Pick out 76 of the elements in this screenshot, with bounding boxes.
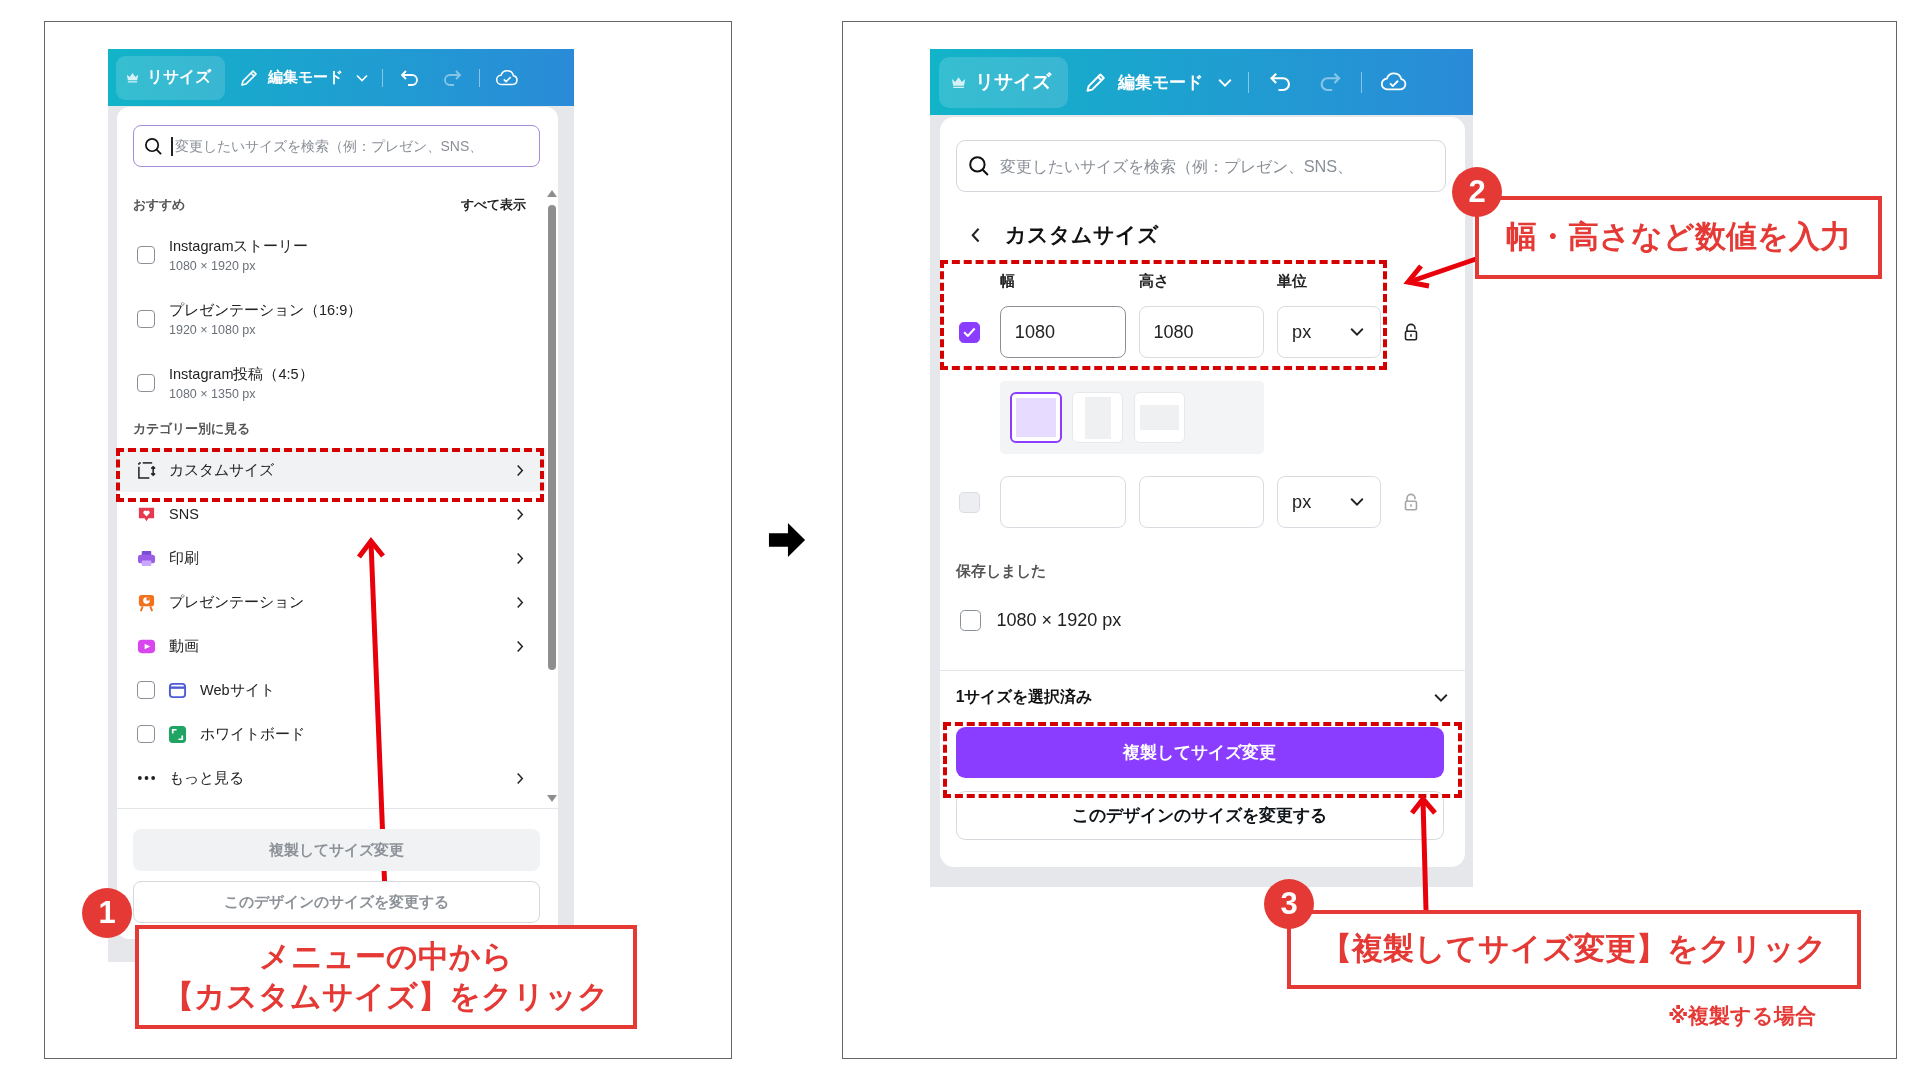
size-dimensions: 1080 × 1920 px (169, 259, 257, 273)
section-heading: おすすめ (133, 196, 185, 214)
size-option-title[interactable]: Instagramストーリー (169, 237, 309, 256)
checkbox[interactable] (137, 725, 155, 743)
width-field[interactable] (999, 476, 1126, 528)
unit-dropdown[interactable]: px (1277, 306, 1381, 358)
checkbox[interactable] (960, 610, 982, 632)
copy-resize-button[interactable]: 複製してサイズ変更 (955, 726, 1444, 778)
size-option-title[interactable]: プレゼンテーション（16:9） (169, 301, 363, 320)
column-label: 単位 (1277, 270, 1309, 291)
checkbox[interactable] (137, 374, 155, 392)
size-option-title[interactable]: Instagram投稿（4:5） (169, 365, 314, 384)
more-dots-icon (137, 775, 156, 781)
presentation-board-icon (137, 592, 156, 612)
search-input[interactable]: 変更したいサイズを検索（例：プレゼン、SNS、 (174, 138, 529, 154)
chevron-down-icon (1349, 497, 1364, 507)
pencil-icon (1084, 70, 1108, 94)
square-orientation-option[interactable] (1010, 392, 1062, 444)
chevron-right-icon (516, 595, 524, 609)
callout-text: 【カスタムサイズ】をクリック (163, 978, 609, 1016)
show-all-link[interactable]: すべて表示 (461, 196, 526, 214)
resize-design-button[interactable]: このデザインのサイズを変更する (955, 790, 1444, 840)
checkbox[interactable] (137, 681, 155, 699)
checkmark-icon (963, 326, 976, 338)
callout-text: 幅・高さなど数値を入力 (1506, 218, 1851, 257)
checkbox[interactable] (137, 246, 155, 264)
resize-frame-icon (137, 460, 156, 480)
selection-summary: 1サイズを選択済み (955, 687, 1093, 708)
search-icon (968, 155, 991, 178)
chevron-down-icon (356, 73, 368, 82)
category-item[interactable]: Webサイト (117, 668, 546, 712)
size-dimensions: 1920 × 1080 px (169, 323, 257, 337)
category-item[interactable]: プレゼンテーション (117, 580, 546, 624)
crown-icon (126, 72, 139, 83)
search-input[interactable]: 変更したいサイズを検索（例：プレゼン、SNS、 (999, 156, 1434, 176)
whiteboard-icon (168, 724, 187, 744)
browser-window-icon (168, 680, 187, 700)
category-item[interactable]: ホワイトボード (117, 712, 546, 756)
category-item[interactable]: カスタムサイズ (117, 448, 546, 492)
section-heading: カテゴリー別に見る (133, 420, 250, 438)
callout-text: メニューの中から (259, 937, 513, 976)
chevron-right-icon (516, 551, 524, 565)
search-icon (144, 136, 163, 156)
chevron-down-icon (1349, 327, 1364, 337)
footnote: ※複製する場合 (1668, 1003, 1817, 1029)
search-bar[interactable]: 変更したいサイズを検索（例：プレゼン、SNS、 (955, 139, 1447, 193)
chevron-right-icon (516, 463, 524, 477)
category-item[interactable]: 動画 (117, 624, 546, 668)
chevron-right-icon (516, 771, 524, 785)
crown-icon (950, 75, 967, 89)
step-number: 1 (82, 888, 132, 938)
callout-text: 【複製してサイズ変更】をクリック (1321, 930, 1827, 969)
height-field[interactable] (1138, 476, 1265, 528)
search-bar[interactable]: 変更したいサイズを検索（例：プレゼン、SNS、 (133, 125, 540, 167)
panel-title: カスタムサイズ (1004, 222, 1159, 249)
column-label: 幅 (999, 270, 1016, 291)
right-arrow-icon (768, 521, 806, 559)
column-label: 高さ (1138, 270, 1170, 291)
padlock-icon[interactable] (1404, 322, 1419, 342)
chevron-right-icon (516, 507, 524, 521)
size-dimensions: 1080 × 1350 px (169, 387, 257, 401)
checkbox[interactable] (137, 310, 155, 328)
category-item[interactable]: もっと見る (117, 756, 546, 800)
checkbox[interactable] (959, 321, 981, 343)
chevron-down-icon[interactable] (1434, 692, 1449, 703)
printer-icon (137, 548, 156, 568)
category-item[interactable]: 印刷 (117, 536, 546, 580)
category-item[interactable]: SNS (117, 492, 546, 536)
section-heading: 保存しました (955, 562, 1046, 582)
width-field[interactable]: 1080 (999, 306, 1126, 358)
pencil-icon (239, 67, 259, 88)
saved-size-label[interactable]: 1080 × 1920 px (996, 610, 1122, 632)
chevron-right-icon (516, 639, 524, 653)
chevron-down-icon (1217, 77, 1232, 87)
height-field[interactable]: 1080 (1138, 306, 1265, 358)
back-icon[interactable] (970, 227, 981, 244)
